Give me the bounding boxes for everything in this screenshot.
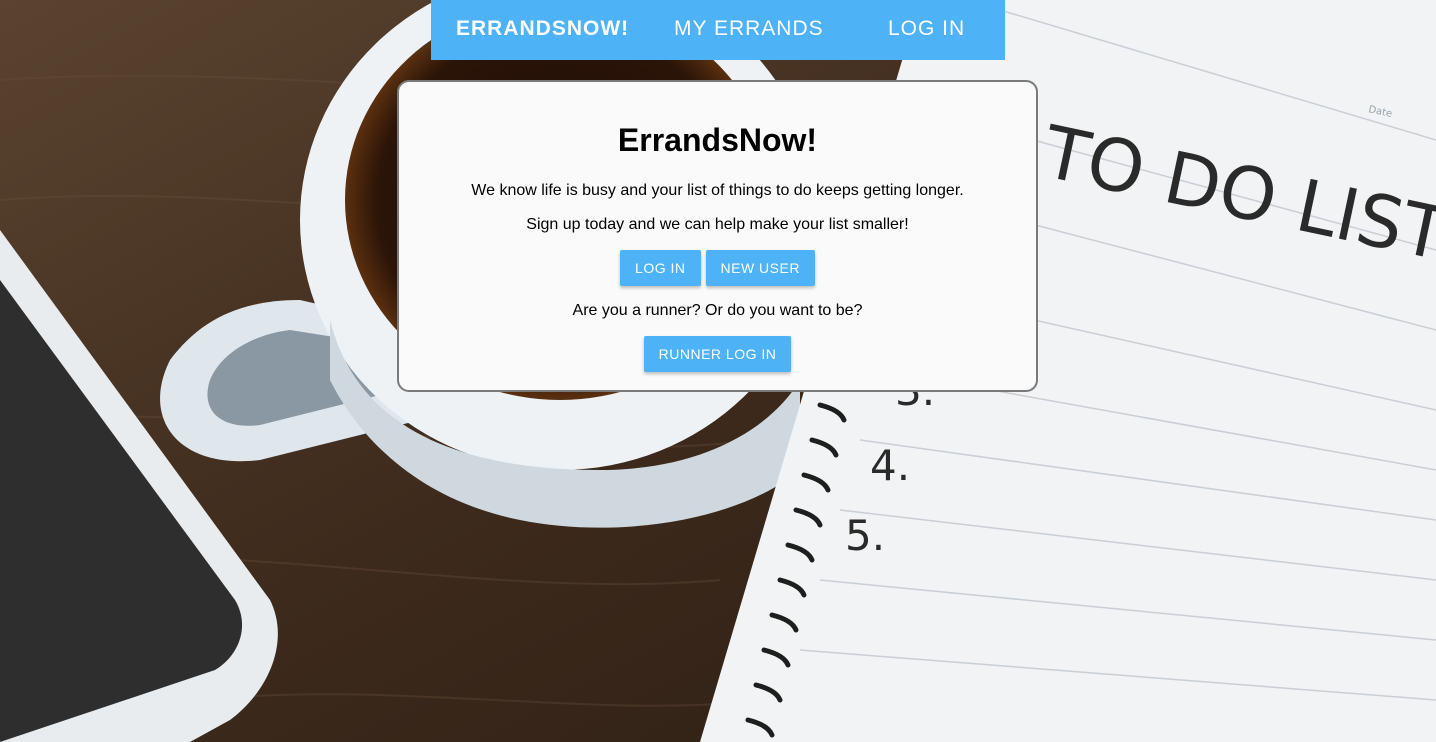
runner-log-in-button[interactable]: RUNNER LOG IN [643, 336, 792, 372]
nav-my-errands-link[interactable]: MY ERRANDS [674, 17, 824, 41]
notebook-item-5: 5. [845, 511, 885, 560]
new-user-button[interactable]: NEW USER [705, 250, 815, 286]
log-in-button[interactable]: LOG IN [620, 250, 701, 286]
welcome-card: ErrandsNow! We know life is busy and you… [397, 80, 1038, 392]
intro-text-busy: We know life is busy and your list of th… [471, 182, 964, 199]
top-navbar: ERRANDSNOW! MY ERRANDS LOG IN [431, 0, 1005, 60]
intro-text-signup: Sign up today and we can help make your … [526, 216, 909, 233]
nav-brand-link[interactable]: ERRANDSNOW! [456, 17, 629, 41]
runner-question-text: Are you a runner? Or do you want to be? [572, 302, 863, 319]
runner-button-row: RUNNER LOG IN [399, 336, 1036, 372]
page: TO DO LIST Date 3. 4. 5. ERRANDSNOW! MY … [0, 0, 1436, 742]
nav-log-in-link[interactable]: LOG IN [888, 17, 965, 41]
auth-button-row: LOG IN NEW USER [399, 250, 1036, 286]
notebook-item-4: 4. [870, 441, 910, 490]
card-title: ErrandsNow! [617, 122, 818, 158]
